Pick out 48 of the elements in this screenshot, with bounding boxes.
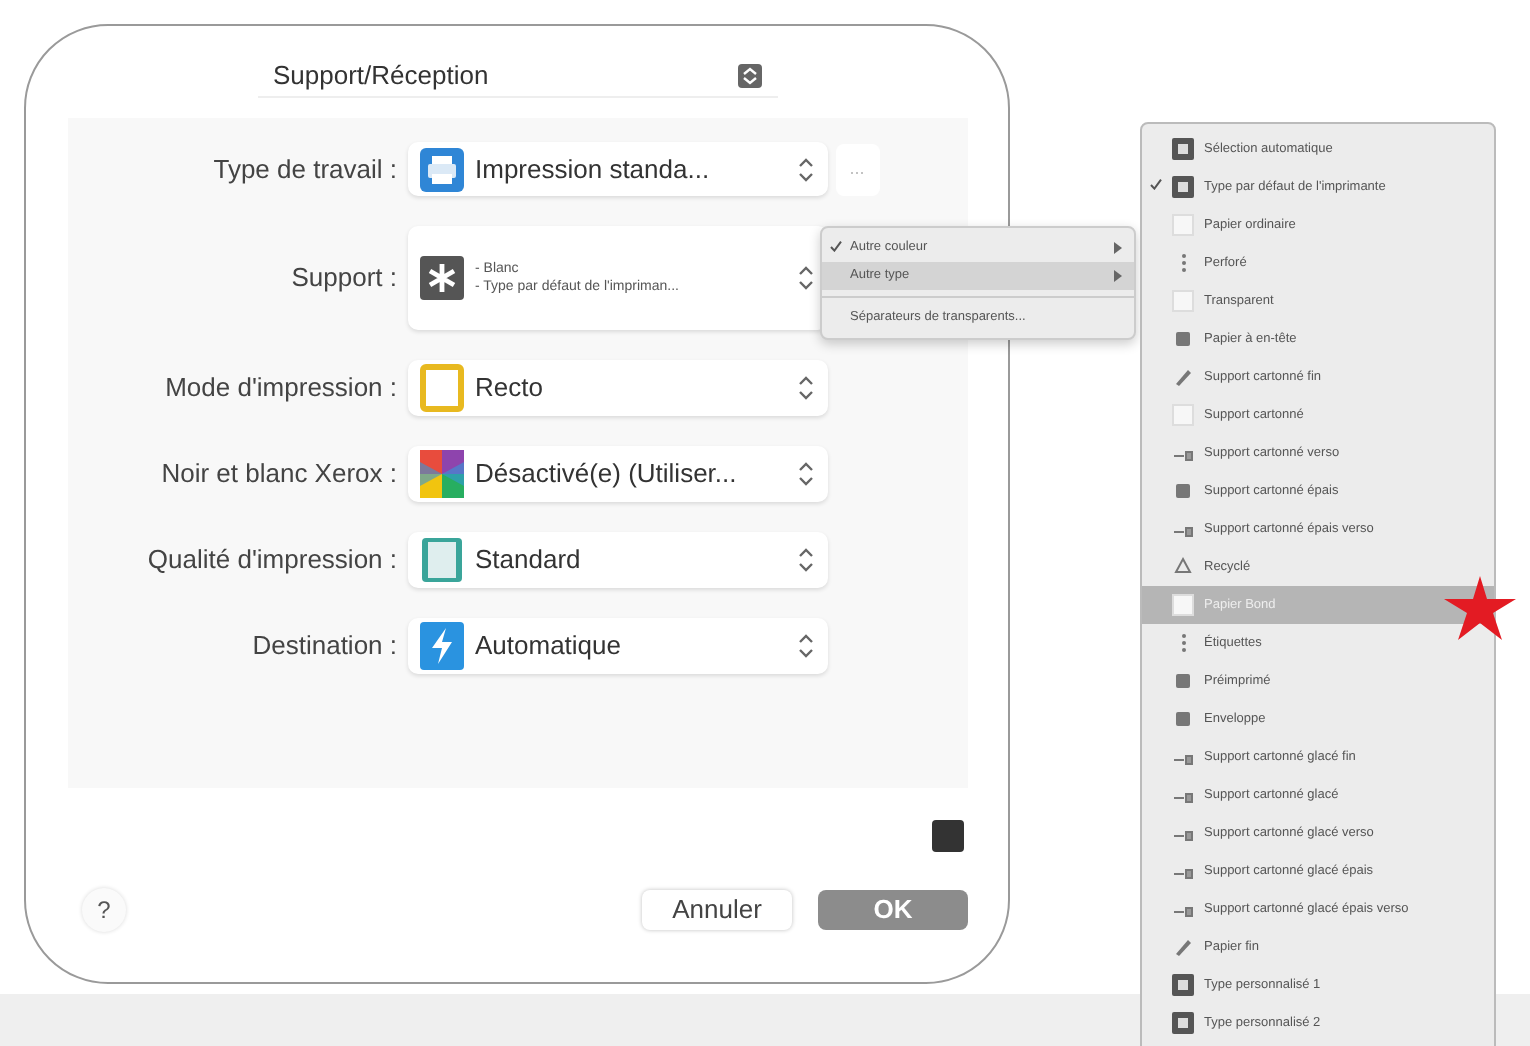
field-label: Destination : [250,628,399,665]
popup-button[interactable]: Automatique [407,618,827,674]
panel-selector[interactable]: Support/Réception [257,54,777,98]
field-label: Noir et blanc Xerox : [159,456,399,493]
field-label: Support : [289,260,399,297]
popup-button[interactable]: Standard [407,532,827,588]
star-icon [1444,576,1516,640]
page-icon [419,536,463,584]
stepper-icon [737,63,761,87]
check-icon [830,239,842,252]
sheet-icon [1172,404,1194,426]
field-label: Mode d'impression : [163,370,399,407]
popup-button[interactable]: Désactivé(e) (Utiliser... [407,446,827,502]
chevron-right-icon [1114,270,1122,282]
sheet-icon [1172,594,1194,616]
field-label: Qualité d'impression : [145,542,399,579]
printer-icon [419,147,463,191]
color-grid-icon [419,450,463,498]
block-icon [1172,670,1194,692]
check-icon [1150,178,1162,191]
chevron-icon [795,460,815,488]
sheet-icon [1172,214,1194,236]
square-icon [932,820,964,852]
chevron-icon [795,155,815,183]
block-icon [1172,480,1194,502]
pen-icon [1172,366,1194,388]
help-button[interactable]: ? [82,888,126,932]
recycle-icon [1172,556,1194,578]
lightning-icon [419,622,463,670]
chevron-icon [795,632,815,660]
asterisk-icon [419,256,463,300]
badge-icon [1172,176,1194,198]
block-icon [1172,328,1194,350]
popup-button[interactable]: Impression standa... [407,142,827,196]
popup-button[interactable]: Recto [407,360,827,416]
page-icon [419,364,463,412]
pen-icon [1172,936,1194,958]
badge-icon [1172,138,1194,160]
chevron-right-icon [1114,242,1122,254]
badge-icon [1172,1012,1194,1034]
chevron-icon [795,374,815,402]
badge-icon [1172,974,1194,996]
field-label: Type de travail : [211,151,399,188]
chevron-icon [795,264,815,292]
cancel-button[interactable]: Annuler [642,890,792,930]
block-icon [1172,708,1194,730]
sheet-icon [1172,290,1194,312]
chevron-icon [795,546,815,574]
